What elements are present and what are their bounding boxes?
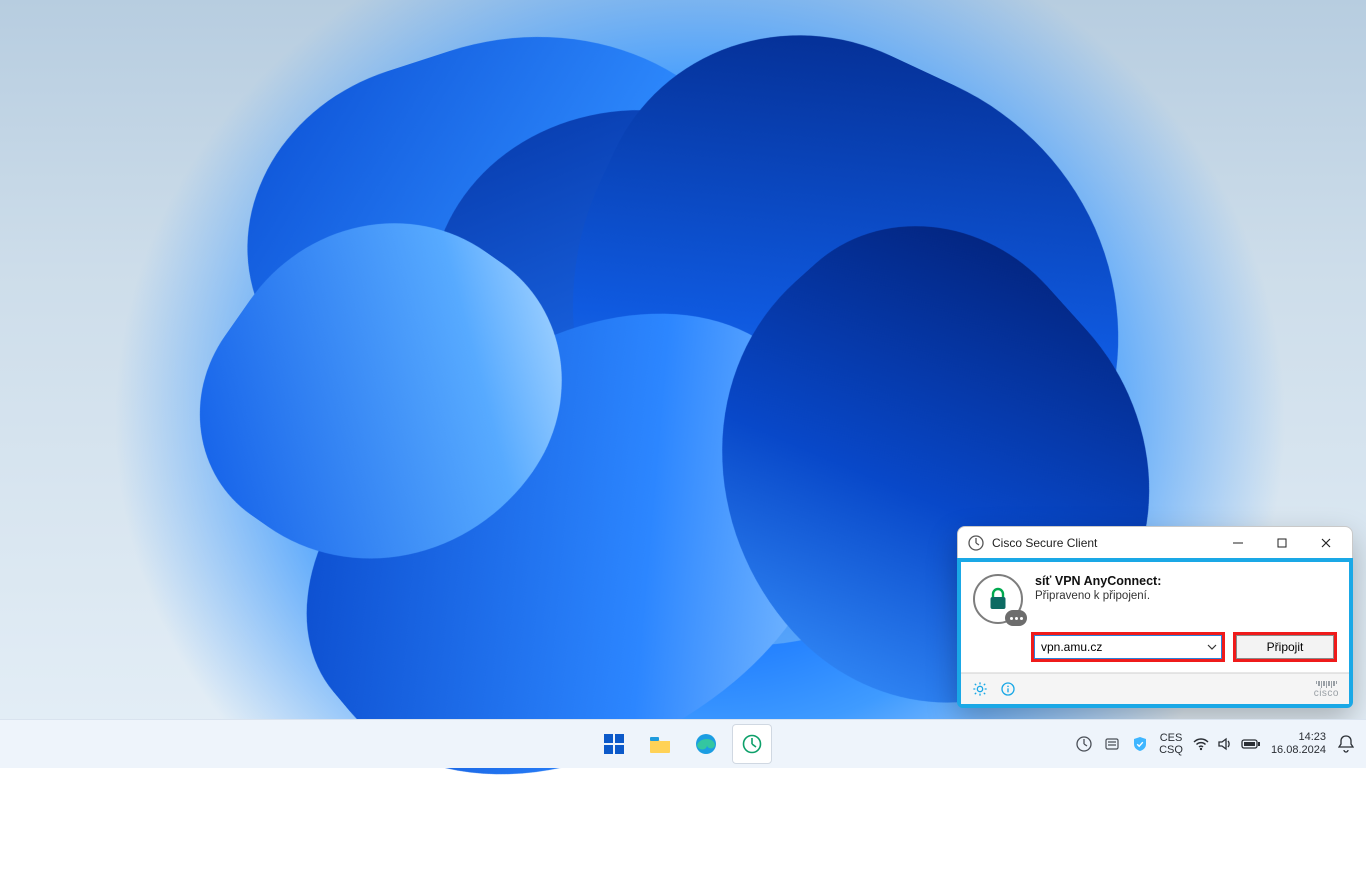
system-tray-toggles[interactable] xyxy=(1193,737,1261,751)
cisco-logo: cisco xyxy=(1314,681,1339,698)
battery-icon[interactable] xyxy=(1241,738,1261,750)
app-icon xyxy=(968,535,984,551)
tray-app-icon[interactable] xyxy=(1103,735,1121,753)
window-title: Cisco Secure Client xyxy=(992,536,1097,550)
chevron-down-icon[interactable] xyxy=(1203,636,1221,658)
server-field-highlight xyxy=(1031,632,1225,662)
start-button[interactable] xyxy=(594,724,634,764)
taskbar: CES CSQ 14:23 16.08.2024 xyxy=(0,719,1366,768)
language-top: CES xyxy=(1159,732,1183,744)
connect-button[interactable]: Připojit xyxy=(1236,635,1334,659)
window-minimize-button[interactable] xyxy=(1216,528,1260,558)
tray-cisco-icon[interactable] xyxy=(1075,735,1093,753)
server-input[interactable] xyxy=(1035,636,1203,658)
notifications-button[interactable] xyxy=(1336,734,1356,754)
clock-date: 16.08.2024 xyxy=(1271,744,1326,757)
language-bottom: CSQ xyxy=(1159,744,1183,756)
language-indicator[interactable]: CES CSQ xyxy=(1159,732,1183,756)
volume-icon[interactable] xyxy=(1217,737,1233,751)
info-icon[interactable] xyxy=(999,680,1017,698)
cisco-logo-text: cisco xyxy=(1314,690,1339,698)
taskbar-file-explorer[interactable] xyxy=(640,724,680,764)
clock-time: 14:23 xyxy=(1271,731,1326,744)
taskbar-clock[interactable]: 14:23 16.08.2024 xyxy=(1271,731,1326,757)
connect-button-highlight: Připojit xyxy=(1233,632,1337,662)
tray-security-icon[interactable] xyxy=(1131,735,1149,753)
vpn-section-title: síť VPN AnyConnect: xyxy=(1035,574,1161,588)
server-combobox[interactable] xyxy=(1034,635,1222,659)
wifi-icon[interactable] xyxy=(1193,737,1209,751)
window-titlebar[interactable]: Cisco Secure Client xyxy=(958,527,1352,559)
cisco-secure-client-window: Cisco Secure Client xyxy=(957,526,1353,708)
vpn-status-text: Připraveno k připojení. xyxy=(1035,590,1161,602)
status-more-icon xyxy=(1005,610,1027,626)
gear-icon[interactable] xyxy=(971,680,989,698)
taskbar-cisco-client[interactable] xyxy=(732,724,772,764)
taskbar-edge[interactable] xyxy=(686,724,726,764)
window-content: síť VPN AnyConnect: Připraveno k připoje… xyxy=(957,558,1353,708)
window-maximize-button[interactable] xyxy=(1260,528,1304,558)
window-close-button[interactable] xyxy=(1304,528,1348,558)
window-footer: cisco xyxy=(961,673,1349,704)
vpn-status-icon xyxy=(973,574,1023,624)
